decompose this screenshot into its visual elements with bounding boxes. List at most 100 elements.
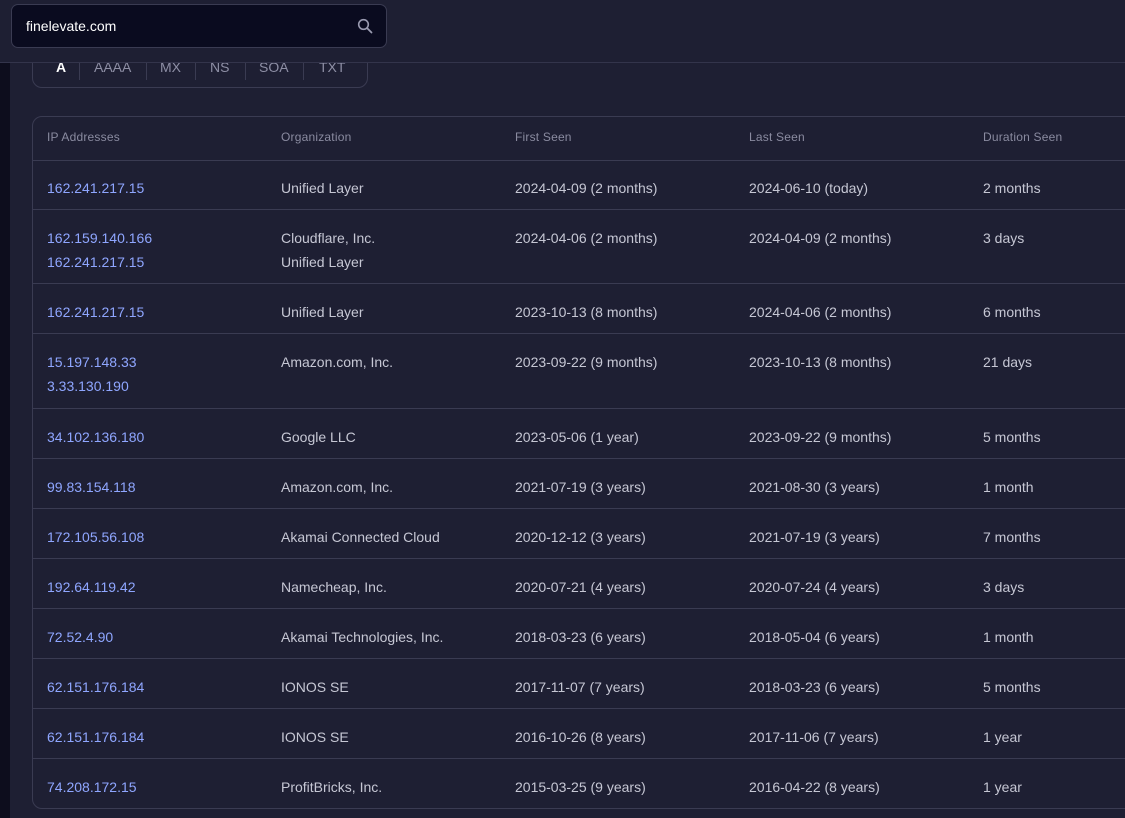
table-row: 74.208.172.15 ProfitBricks, Inc. 2015-03-2… (33, 759, 1125, 808)
last-seen-cell: 2017-11-06 (7 years) (749, 729, 879, 745)
first-seen-cell: 2015-03-25 (9 years) (515, 779, 646, 795)
last-seen-cell: 2023-09-22 (9 months) (749, 429, 892, 445)
first-seen-cell: 2020-12-12 (3 years) (515, 529, 646, 545)
organization-cell: Unified Layer (281, 176, 364, 200)
first-seen-cell: 2024-04-06 (2 months) (515, 230, 658, 246)
table-row: 34.102.136.180 Google LLC 2023-05-06 (1 ye… (33, 409, 1125, 459)
duration-seen-cell: 5 months (983, 679, 1041, 695)
header-ip-addresses[interactable]: IP Addresses (47, 130, 120, 144)
first-seen-cell: 2017-11-07 (7 years) (515, 679, 645, 695)
organization-cell: Namecheap, Inc. (281, 575, 387, 599)
organization-cell-text: IONOS SE (281, 729, 349, 745)
tab-soa[interactable]: SOA (259, 60, 289, 80)
ip-address-link[interactable]: 172.105.56.108 (47, 525, 144, 549)
ip-addresses-cell: 162.241.217.15 (47, 300, 144, 324)
organization-cell-text: Amazon.com, Inc. (281, 354, 394, 370)
last-seen-cell: 2024-06-10 (today) (749, 180, 869, 196)
first-seen-cell: 2023-09-22 (9 months) (515, 354, 658, 370)
header-last-seen[interactable]: Last Seen (749, 130, 805, 144)
duration-seen-cell: 1 year (983, 729, 1022, 745)
tab-aaaa[interactable]: AAAA (94, 60, 131, 80)
ip-addresses-cell: 172.105.56.108 (47, 525, 144, 549)
organization-cell-text: Akamai Connected Cloud (281, 529, 440, 545)
duration-seen-cell: 6 months (983, 304, 1041, 320)
ip-address-link[interactable]: 99.83.154.118 (47, 475, 136, 499)
organization-cell: Akamai Technologies, Inc. (281, 625, 443, 649)
organization-cell-text: ProfitBricks, Inc. (281, 779, 383, 795)
ip-address-link[interactable]: 192.64.119.42 (47, 575, 136, 599)
ip-addresses-cell: 62.151.176.184 (47, 675, 144, 699)
table-row: 172.105.56.108 Akamai Connected Cloud 2020… (33, 509, 1125, 559)
duration-seen-cell: 1 month (983, 629, 1034, 645)
first-seen-cell: 2020-07-21 (4 years) (515, 579, 646, 595)
ip-address-link[interactable]: 72.52.4.90 (47, 625, 113, 649)
table-row: 15.197.148.33 3.33.130.190 Amazon.com, Inc… (33, 334, 1125, 409)
tab-txt[interactable]: TXT (319, 60, 345, 80)
ip-address-link[interactable]: 15.197.148.33 (47, 350, 137, 374)
tab-ns[interactable]: NS (210, 60, 229, 80)
last-seen-cell: 2018-03-23 (6 years) (749, 679, 880, 695)
first-seen-cell: 2021-07-19 (3 years) (515, 479, 646, 495)
duration-seen-cell: 2 months (983, 180, 1041, 196)
search-input[interactable] (26, 5, 346, 47)
dns-history-table: IP Addresses Organization First Seen Las… (32, 116, 1125, 809)
table-row: 162.241.217.15 Unified Layer 2024-04-09 (2… (33, 160, 1125, 210)
organization-cell: IONOS SE (281, 725, 349, 749)
ip-addresses-cell: 162.241.217.15 (47, 176, 144, 200)
first-seen-cell: 2023-05-06 (1 year) (515, 429, 639, 445)
table-row: 162.159.140.166 162.241.217.15 Cloudflare,… (33, 210, 1125, 284)
ip-address-link[interactable]: 162.241.217.15 (47, 176, 144, 200)
ip-address-link[interactable]: 62.151.176.184 (47, 675, 144, 699)
organization-cell-text: Cloudflare, Inc. (281, 230, 376, 246)
ip-addresses-cell: 72.52.4.90 (47, 625, 113, 649)
header-duration-seen[interactable]: Duration Seen (983, 130, 1062, 144)
ip-address-link[interactable]: 34.102.136.180 (47, 425, 144, 449)
organization-cell-text: Amazon.com, Inc. (281, 479, 394, 495)
ip-address-link[interactable]: 74.208.172.15 (47, 775, 137, 799)
search-icon[interactable] (357, 18, 373, 34)
table-row: 62.151.176.184 IONOS SE 2017-11-07 (7 year… (33, 659, 1125, 709)
table-row: 72.52.4.90 Akamai Technologies, Inc. 2018-… (33, 609, 1125, 659)
ip-addresses-cell: 34.102.136.180 (47, 425, 144, 449)
left-sidebar-edge (0, 0, 10, 818)
organization-cell-text: Unified Layer (281, 304, 364, 320)
ip-addresses-cell: 192.64.119.42 (47, 575, 136, 599)
last-seen-cell: 2024-04-09 (2 months) (749, 230, 892, 246)
duration-seen-cell: 3 days (983, 230, 1025, 246)
duration-seen-cell: 3 days (983, 579, 1025, 595)
page: A AAAA MX NS SOA TXT IP Addresses Organi… (0, 0, 1125, 818)
last-seen-cell: 2016-04-22 (8 years) (749, 779, 880, 795)
last-seen-cell: 2023-10-13 (8 months) (749, 354, 892, 370)
last-seen-cell: 2021-08-30 (3 years) (749, 479, 880, 495)
duration-seen-cell: 1 month (983, 479, 1034, 495)
tab-a[interactable]: A (56, 60, 66, 80)
table-header: IP Addresses Organization First Seen Las… (33, 117, 1125, 161)
ip-addresses-cell: 62.151.176.184 (47, 725, 144, 749)
organization-cell: Amazon.com, Inc. (281, 350, 393, 374)
organization-cell-text: IONOS SE (281, 679, 349, 695)
duration-seen-cell: 7 months (983, 529, 1041, 545)
organization-cell: Google LLC (281, 425, 356, 449)
header-first-seen[interactable]: First Seen (515, 130, 572, 144)
ip-addresses-cell: 74.208.172.15 (47, 775, 137, 799)
table-row: 162.241.217.15 Unified Layer 2023-10-13 (8… (33, 284, 1125, 334)
organization-cell: Cloudflare, Inc. Unified Layer (281, 226, 375, 274)
organization-cell: IONOS SE (281, 675, 349, 699)
last-seen-cell: 2021-07-19 (3 years) (749, 529, 880, 545)
ip-address-link[interactable]: 62.151.176.184 (47, 725, 144, 749)
organization-cell: Amazon.com, Inc. (281, 475, 393, 499)
duration-seen-cell: 1 year (983, 779, 1022, 795)
tab-mx[interactable]: MX (160, 60, 181, 80)
ip-address-link[interactable]: 162.241.217.15 (47, 300, 144, 324)
organization-cell: Akamai Connected Cloud (281, 525, 440, 549)
duration-seen-cell: 21 days (983, 354, 1033, 370)
table-row: 62.151.176.184 IONOS SE 2016-10-26 (8 year… (33, 709, 1125, 759)
ip-address-link[interactable]: 162.241.217.15 (47, 250, 152, 274)
organization-cell: ProfitBricks, Inc. (281, 775, 382, 799)
ip-address-link[interactable]: 162.159.140.166 (47, 226, 152, 250)
header-organization[interactable]: Organization (281, 130, 351, 144)
ip-addresses-cell: 99.83.154.118 (47, 475, 136, 499)
organization-cell-text: Unified Layer (281, 180, 364, 196)
ip-address-link[interactable]: 3.33.130.190 (47, 374, 137, 398)
organization-cell-text: Google LLC (281, 429, 356, 445)
